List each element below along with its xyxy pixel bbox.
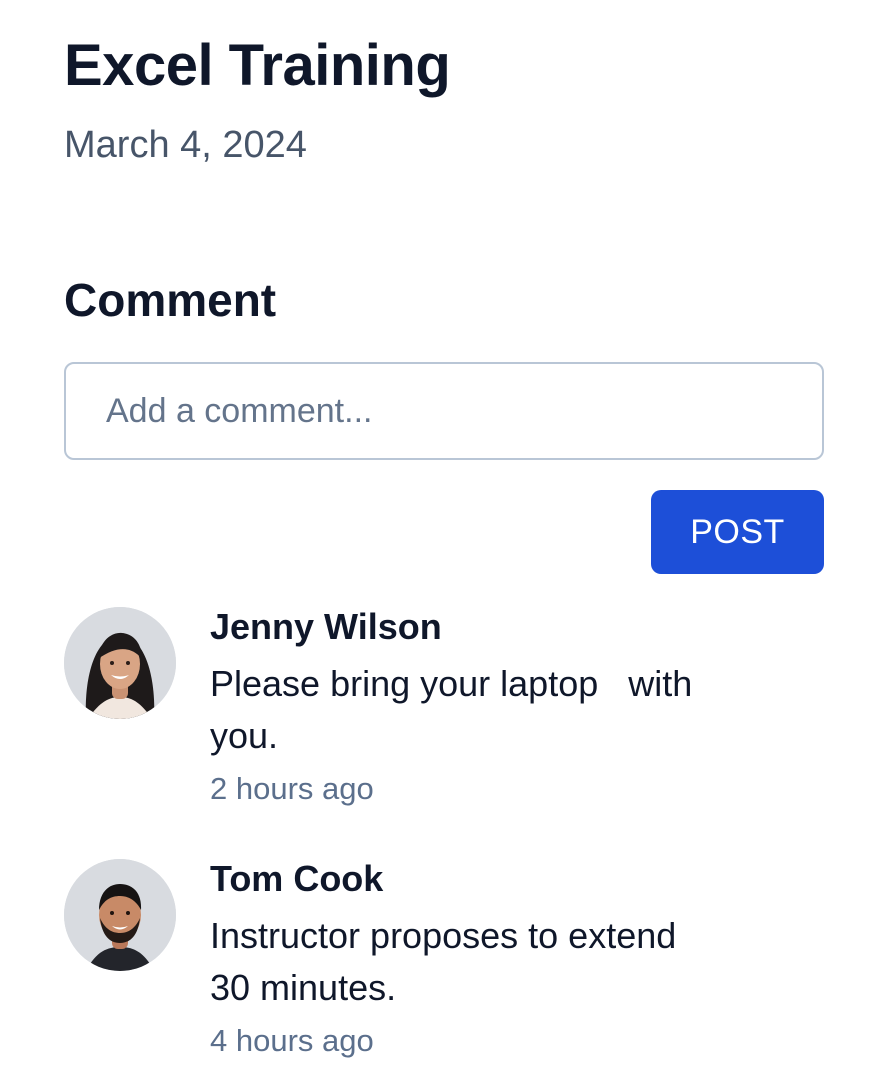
comment-text: Please bring your laptop with you. [210,658,810,762]
comment-text: Instructor proposes to extend 30 minutes. [210,910,810,1014]
comment-heading: Comment [64,274,277,326]
comment-text-line: you. [210,715,279,756]
comment-body: Tom Cook Instructor proposes to extend 30… [210,856,810,1062]
comment-body: Jenny Wilson Please bring your laptop wi… [210,604,810,810]
comment-input[interactable] [64,362,824,460]
comment-timestamp: 2 hours ago [210,771,374,806]
comment-text-line: Please bring your laptop with [210,663,693,704]
comment-author: Tom Cook [210,858,384,899]
page-title: Excel Training [64,33,451,98]
avatar[interactable] [64,607,176,719]
user-avatar-icon [64,607,176,719]
comment-author: Jenny Wilson [210,606,442,647]
user-avatar-icon [64,859,176,971]
comment-text-line: 30 minutes. [210,967,397,1008]
comment-timestamp: 4 hours ago [210,1023,374,1058]
post-button[interactable]: POST [651,490,824,574]
avatar[interactable] [64,859,176,971]
event-date: March 4, 2024 [64,124,307,166]
comment-text-line: Instructor proposes to extend [210,915,677,956]
